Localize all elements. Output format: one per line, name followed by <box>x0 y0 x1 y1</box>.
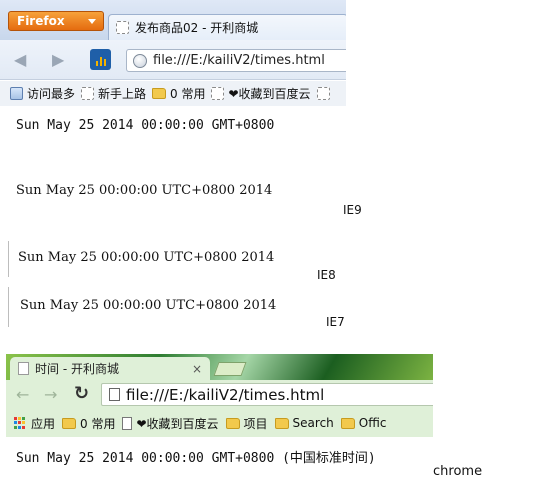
globe-icon <box>133 53 147 68</box>
screenshot-collage: Firefox 发布商品02 - 开利商城 ◀ ▶ file:///E:/kai… <box>0 0 538 499</box>
ie8-date-output: Sun May 25 00:00:00 UTC+0800 2014 <box>18 250 275 265</box>
bookmark-label: 应用 <box>31 416 56 431</box>
page-icon <box>109 388 120 401</box>
page-icon <box>18 362 29 375</box>
bookmark-label: Search <box>292 416 334 430</box>
stats-app-icon[interactable] <box>90 49 111 70</box>
back-arrow-icon[interactable]: ◀ <box>14 52 26 68</box>
page-icon[interactable] <box>316 87 330 100</box>
firefox-window: Firefox 发布商品02 - 开利商城 ◀ ▶ file:///E:/kai… <box>0 0 346 106</box>
bookmark-folder-common[interactable]: 0 常用 <box>152 85 205 102</box>
divider <box>8 287 9 327</box>
divider <box>8 241 9 277</box>
folder-icon <box>274 417 289 429</box>
firefox-bookmarks-bar: 访问最多 新手上路 0 常用 ❤收藏到百度云 <box>0 81 346 106</box>
bookmark-label: 0 常用 <box>80 416 116 431</box>
ie8-label: IE8 <box>317 268 336 282</box>
bookmark-label: 新手上路 <box>98 87 147 101</box>
reload-icon[interactable]: ↻ <box>74 383 89 404</box>
back-arrow-icon[interactable]: ← <box>16 385 29 404</box>
search-icon <box>10 87 23 100</box>
firefox-date-output: Sun May 25 2014 00:00:00 GMT+0800 <box>16 118 275 133</box>
bookmark-label: 0 常用 <box>170 87 206 101</box>
folder-icon <box>225 417 240 429</box>
chrome-label: chrome <box>433 464 483 479</box>
page-icon <box>116 21 129 34</box>
chrome-date-output: Sun May 25 2014 00:00:00 GMT+0800 (中国标准时… <box>16 451 376 466</box>
chrome-bookmarks-bar: 应用 0 常用 ❤收藏到百度云 项目 Search Offic <box>6 409 433 437</box>
firefox-navbar: ◀ ▶ file:///E:/kailiV2/times.html <box>0 40 346 80</box>
bookmark-baidu-cloud[interactable]: ❤收藏到百度云 <box>211 85 311 102</box>
bookmark-baidu-cloud[interactable]: ❤收藏到百度云 <box>122 415 219 432</box>
page-icon <box>211 87 225 100</box>
chrome-tabstrip: 时间 - 开利商城 × <box>6 354 433 380</box>
firefox-url-text: file:///E:/kailiV2/times.html <box>153 53 325 68</box>
dropdown-arrow-icon <box>88 18 96 24</box>
chrome-url-text: file:///E:/kailiV2/times.html <box>126 385 325 404</box>
folder-icon <box>152 88 167 99</box>
chrome-omnibox[interactable]: file:///E:/kailiV2/times.html <box>101 383 433 406</box>
bookmark-folder-common[interactable]: 0 常用 <box>62 415 115 432</box>
forward-arrow-icon[interactable]: ▶ <box>52 52 64 68</box>
firefox-menu-button[interactable]: Firefox <box>8 11 104 31</box>
apps-grid-icon <box>14 416 27 430</box>
firefox-url-bar[interactable]: file:///E:/kailiV2/times.html <box>126 49 346 72</box>
ie9-label: IE9 <box>343 203 362 217</box>
new-tab-button[interactable] <box>213 362 247 376</box>
ie7-date-output: Sun May 25 00:00:00 UTC+0800 2014 <box>20 298 277 313</box>
chrome-tab-title: 时间 - 开利商城 <box>35 362 119 376</box>
forward-arrow-icon[interactable]: → <box>44 385 57 404</box>
page-icon <box>122 416 133 430</box>
chrome-toolbar: ← → ↻ file:///E:/kailiV2/times.html <box>6 380 433 409</box>
bookmark-label: Offic <box>358 416 387 430</box>
bookmark-label: ❤收藏到百度云 <box>228 87 311 101</box>
ie9-date-output: Sun May 25 00:00:00 UTC+0800 2014 <box>16 183 273 198</box>
firefox-tab-title: 发布商品02 - 开利商城 <box>135 21 259 35</box>
firefox-titlebar: Firefox 发布商品02 - 开利商城 <box>0 0 346 40</box>
chrome-window: 时间 - 开利商城 × ← → ↻ file:///E:/kailiV2/tim… <box>6 354 433 438</box>
bookmark-label: 项目 <box>243 416 268 431</box>
chrome-tab[interactable]: 时间 - 开利商城 × <box>10 357 210 380</box>
bookmark-folder-office[interactable]: Offic <box>340 416 387 430</box>
ie7-label: IE7 <box>326 315 345 329</box>
bookmark-folder-projects[interactable]: 项目 <box>225 415 268 432</box>
bookmark-getting-started[interactable]: 新手上路 <box>81 85 146 102</box>
close-icon[interactable]: × <box>192 362 202 376</box>
firefox-menu-label: Firefox <box>17 14 65 28</box>
bookmark-apps[interactable]: 应用 <box>14 415 55 432</box>
bookmark-folder-search[interactable]: Search <box>274 416 334 430</box>
bookmark-label: ❤收藏到百度云 <box>136 416 219 431</box>
folder-icon <box>62 417 77 429</box>
bookmark-most-visited[interactable]: 访问最多 <box>10 85 75 102</box>
page-icon <box>81 87 95 100</box>
firefox-tab[interactable]: 发布商品02 - 开利商城 <box>108 14 346 40</box>
bookmark-label: 访问最多 <box>27 87 76 101</box>
folder-icon <box>340 417 355 429</box>
